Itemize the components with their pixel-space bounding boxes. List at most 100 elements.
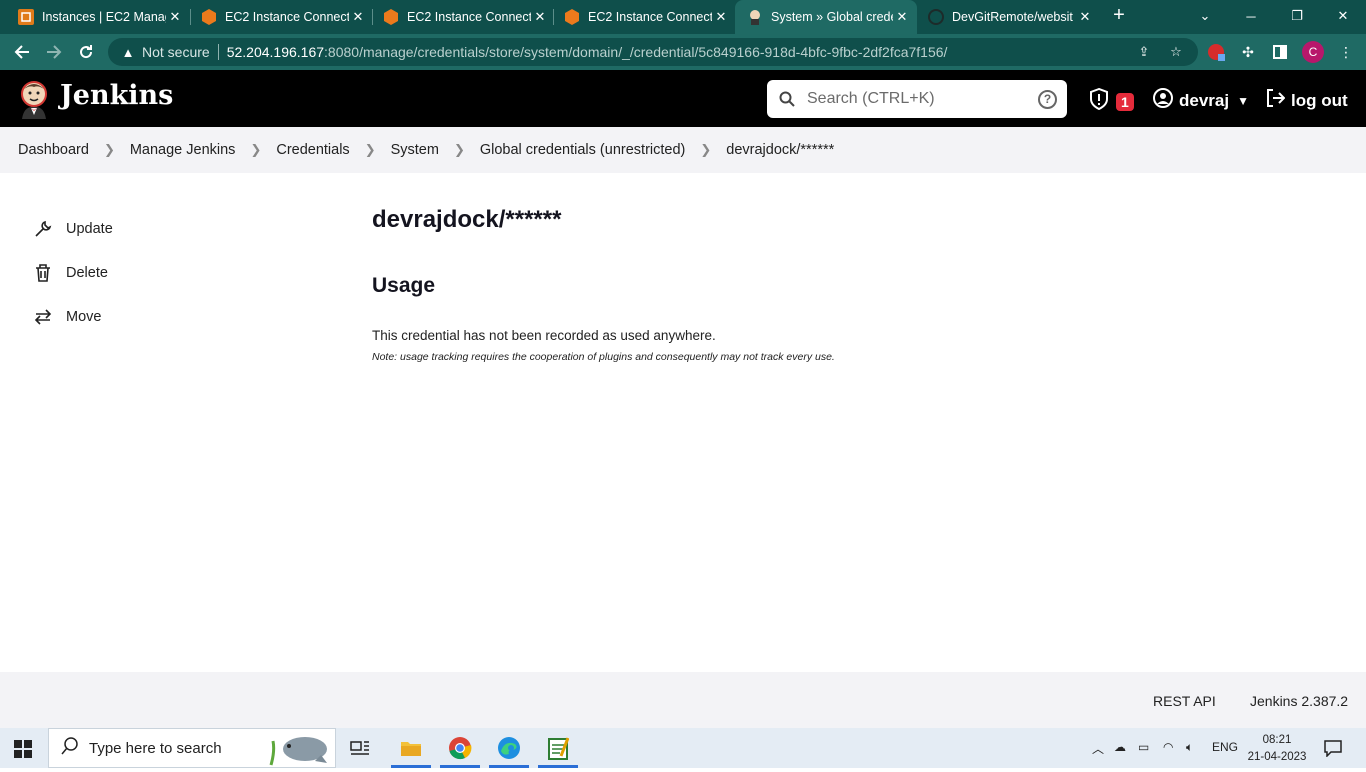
sidebar-item-move[interactable]: Move (33, 295, 263, 339)
tab-title: Instances | EC2 Manag (42, 10, 166, 24)
reload-icon[interactable] (74, 40, 98, 64)
close-icon[interactable]: ✕ (166, 9, 184, 25)
tab-search-chevron-icon[interactable]: ⌄ (1182, 0, 1228, 32)
extensions-puzzle-icon[interactable]: ✣ (1238, 42, 1258, 62)
forward-arrow-icon[interactable] (42, 40, 66, 64)
sidebar-item-delete[interactable]: Delete (33, 251, 263, 295)
tab-title: EC2 Instance Connect (225, 10, 349, 24)
user-name: devraj (1179, 90, 1230, 110)
github-icon (928, 9, 944, 25)
clock-date: 21-04-2023 (1247, 751, 1307, 763)
security-label[interactable]: Not secure (142, 44, 210, 60)
speaker-icon[interactable]: 🔈︎ (1186, 740, 1193, 755)
close-icon[interactable]: ✕ (712, 9, 730, 25)
usage-heading: Usage (372, 274, 436, 297)
sidebar-item-label: Move (66, 309, 102, 325)
jenkins-search-box[interactable]: ? (767, 80, 1067, 118)
sidebar-item-update[interactable]: Update (33, 207, 263, 251)
notification-center-icon[interactable] (1324, 739, 1342, 762)
jenkins-icon (747, 9, 763, 25)
browser-menu-icon[interactable]: ⋮ (1336, 42, 1356, 62)
help-question-icon[interactable]: ? (1038, 90, 1057, 109)
edge-icon[interactable] (489, 730, 529, 768)
restore-icon[interactable]: ❐ (1274, 0, 1320, 32)
jenkins-brand[interactable]: Jenkins (60, 80, 173, 111)
back-arrow-icon[interactable] (10, 40, 34, 64)
wifi-icon[interactable]: ◠ (1163, 740, 1173, 754)
url-host: 52.204.196.167 (226, 44, 325, 60)
address-divider (217, 44, 219, 60)
browser-tab-ec2-instances[interactable]: Instances | EC2 Manag ✕ (0, 0, 190, 34)
security-alert-button[interactable]: 1 (1088, 87, 1134, 115)
user-menu[interactable]: devraj ▼ (1153, 88, 1249, 113)
main-content: devrajdock/****** Usage This credential … (372, 206, 1272, 363)
profile-avatar[interactable]: C (1302, 41, 1324, 63)
browser-tab-strip: Instances | EC2 Manag ✕ EC2 Instance Con… (0, 0, 1366, 34)
browser-tab-ec2-connect-2[interactable]: EC2 Instance Connect ✕ (365, 0, 555, 34)
shield-alert-icon (1088, 87, 1110, 115)
taskbar-clock[interactable]: 08:21 21-04-2023 (1240, 732, 1314, 766)
minimize-icon[interactable]: ─ (1228, 0, 1274, 32)
breadcrumb: Dashboard ❯ Manage Jenkins ❯ Credentials… (0, 127, 1366, 173)
usage-note: Note: usage tracking requires the cooper… (372, 351, 835, 363)
breadcrumb-system[interactable]: System (391, 142, 439, 158)
chrome-icon[interactable] (440, 730, 480, 768)
browser-tab-ec2-connect-1[interactable]: EC2 Instance Connect ✕ (183, 0, 373, 34)
chevron-down-icon[interactable]: ▼ (1237, 94, 1249, 108)
search-input[interactable] (807, 90, 1027, 108)
side-panel-icon[interactable] (1270, 42, 1290, 62)
language-indicator[interactable]: ENG (1212, 740, 1238, 754)
chevron-right-icon: ❯ (700, 142, 712, 157)
extension-red-icon[interactable] (1206, 42, 1226, 62)
aws-instances-icon (18, 9, 34, 25)
share-icon[interactable]: ⇪ (1136, 44, 1152, 60)
tray-overflow-chevron-icon[interactable]: ︿ (1092, 740, 1104, 757)
logout-label: log out (1291, 90, 1348, 110)
close-icon[interactable]: ✕ (893, 9, 911, 25)
clock-time: 08:21 (1262, 734, 1292, 746)
breadcrumb-current-credential[interactable]: devrajdock/****** (726, 142, 834, 158)
sidebar: Update Delete Move (33, 207, 263, 339)
taskbar-search-box[interactable] (48, 728, 336, 768)
warning-triangle-icon[interactable]: ▲ (120, 45, 136, 60)
chevron-right-icon: ❯ (250, 142, 262, 157)
manatee-search-highlight-icon (269, 731, 329, 772)
chevron-right-icon: ❯ (103, 142, 115, 157)
bookmark-star-icon[interactable]: ☆ (1168, 44, 1184, 60)
jenkins-logo-icon[interactable] (18, 79, 50, 119)
sidebar-item-label: Update (66, 221, 113, 237)
breadcrumb-dashboard[interactable]: Dashboard (18, 142, 89, 158)
taskbar-search-input[interactable] (89, 739, 289, 757)
aws-ec2-icon (201, 9, 217, 25)
tab-title: EC2 Instance Connect (588, 10, 712, 24)
aws-ec2-icon (383, 9, 399, 25)
task-view-icon[interactable] (340, 730, 380, 768)
move-arrows-icon (33, 307, 53, 327)
chevron-right-icon: ❯ (364, 142, 376, 157)
user-avatar-icon (1153, 88, 1173, 113)
browser-toolbar: ▲ Not secure 52.204.196.167:8080/manage/… (0, 34, 1366, 70)
windows-start-icon[interactable] (14, 740, 32, 763)
browser-tab-jenkins-active[interactable]: System » Global crede ✕ (735, 0, 917, 34)
browser-tab-ec2-connect-3[interactable]: EC2 Instance Connect ✕ (546, 0, 736, 34)
breadcrumb-global-credentials[interactable]: Global credentials (unrestricted) (480, 142, 686, 158)
logout-icon (1265, 88, 1286, 113)
notepad-icon[interactable] (538, 730, 578, 768)
address-bar[interactable]: ▲ Not secure 52.204.196.167:8080/manage/… (108, 38, 1198, 66)
logout-button[interactable]: log out (1265, 88, 1348, 113)
trash-icon (33, 263, 53, 283)
browser-tab-github[interactable]: DevGitRemote/websit ✕ (910, 0, 1100, 34)
search-icon (61, 736, 79, 760)
breadcrumb-credentials[interactable]: Credentials (276, 142, 349, 158)
new-tab-plus-icon[interactable]: + (1108, 4, 1130, 27)
onedrive-cloud-icon[interactable]: ☁ (1114, 740, 1126, 754)
battery-icon[interactable]: ▭ (1138, 740, 1149, 754)
tab-title: DevGitRemote/websit (952, 10, 1073, 24)
rest-api-link[interactable]: REST API (1153, 693, 1216, 709)
sidebar-item-label: Delete (66, 265, 108, 281)
jenkins-version-link[interactable]: Jenkins 2.387.2 (1250, 693, 1348, 709)
close-icon[interactable]: ✕ (1076, 9, 1094, 25)
file-explorer-icon[interactable] (391, 730, 431, 768)
breadcrumb-manage-jenkins[interactable]: Manage Jenkins (130, 142, 236, 158)
close-window-icon[interactable]: ✕ (1320, 0, 1366, 32)
